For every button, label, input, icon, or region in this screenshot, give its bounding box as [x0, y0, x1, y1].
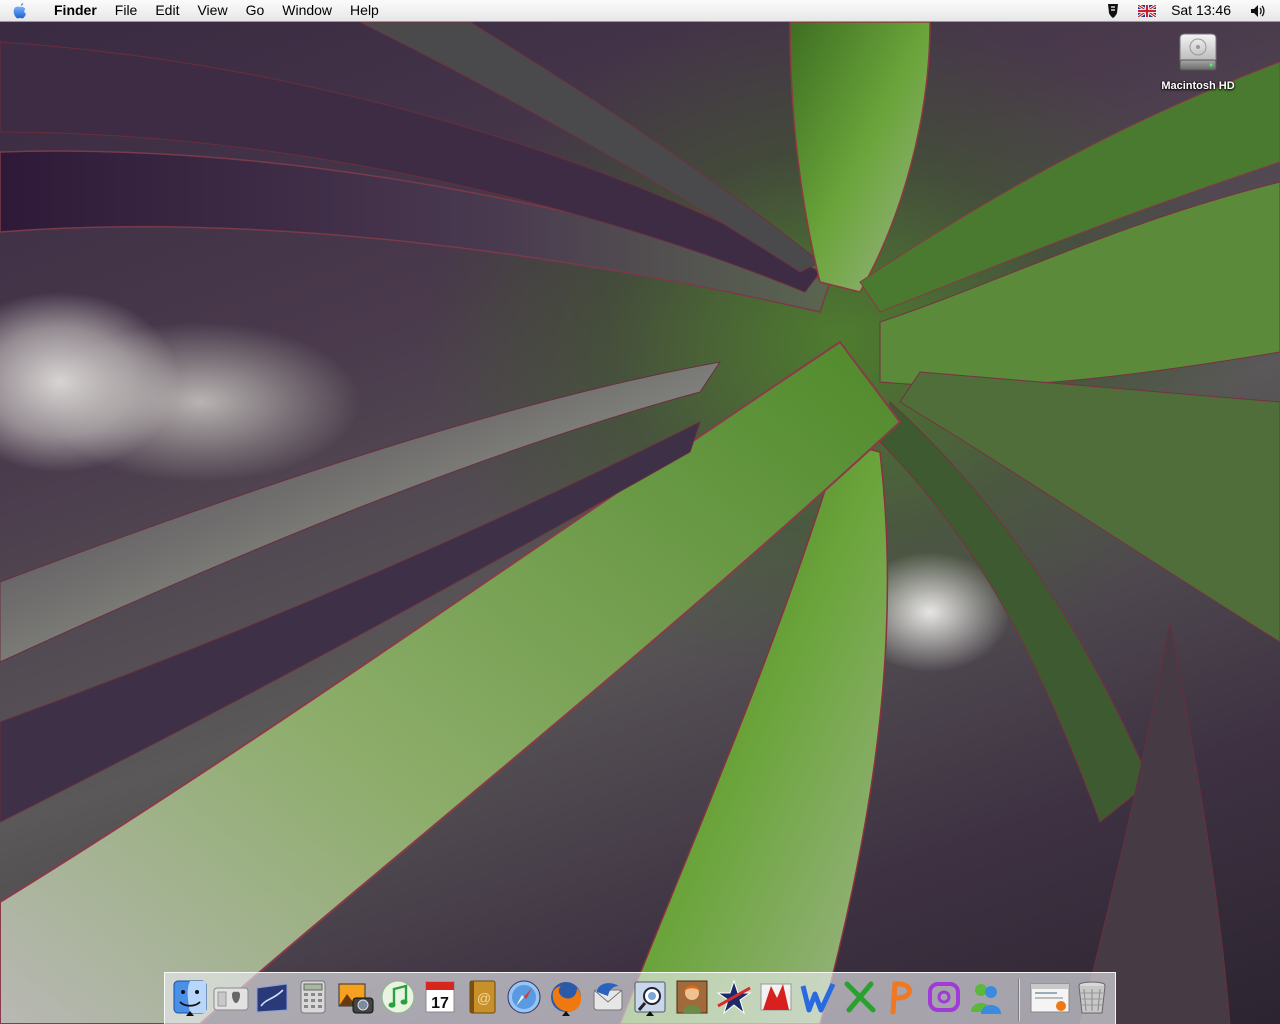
dock-star-app[interactable]	[715, 978, 753, 1016]
dock-iphoto[interactable]	[337, 978, 375, 1016]
dock-word[interactable]	[799, 978, 837, 1016]
script-menu-icon[interactable]	[1097, 3, 1129, 19]
dock-calculator[interactable]	[294, 978, 332, 1016]
menu-app-finder[interactable]: Finder	[40, 0, 106, 21]
menu-view[interactable]: View	[188, 0, 236, 21]
iphoto-icon	[338, 983, 374, 1014]
menu-help[interactable]: Help	[341, 0, 388, 21]
dock-safari[interactable]	[505, 978, 543, 1016]
itunes-icon	[381, 980, 415, 1014]
dock-trash[interactable]	[1073, 978, 1111, 1016]
trash-icon	[1078, 981, 1106, 1014]
dock-firefox[interactable]	[547, 978, 585, 1016]
dock-excel[interactable]	[841, 978, 879, 1016]
system-profiler-icon	[213, 987, 249, 1011]
volume-icon[interactable]	[1241, 4, 1280, 18]
word-icon	[800, 982, 836, 1013]
svg-text:@: @	[477, 990, 491, 1006]
minimized-firefox-window-icon	[1030, 983, 1070, 1013]
grapher-icon	[256, 983, 288, 1013]
ical-icon: 17	[425, 981, 455, 1013]
menu-window[interactable]: Window	[273, 0, 341, 21]
menu-go[interactable]: Go	[237, 0, 274, 21]
dock-finder[interactable]	[171, 978, 209, 1016]
desktop-wallpaper	[0, 22, 1280, 1024]
dock-itunes[interactable]	[379, 978, 417, 1016]
dock-separator	[1018, 979, 1019, 1021]
star-app-icon	[716, 979, 752, 1015]
dock-system-profiler[interactable]	[212, 978, 250, 1016]
menu-edit[interactable]: Edit	[146, 0, 188, 21]
desktop-icon-macintosh-hd[interactable]: Macintosh HD	[1150, 32, 1246, 102]
apple-icon[interactable]	[0, 0, 40, 21]
dock-minimized-window[interactable]	[1029, 978, 1071, 1016]
menu-file[interactable]: File	[106, 0, 147, 21]
entourage-icon	[928, 982, 960, 1012]
running-indicator	[186, 1011, 194, 1016]
dock-thunderbird[interactable]	[589, 978, 627, 1016]
menu-clock[interactable]: Sat 13:46	[1165, 0, 1241, 21]
dock-entourage[interactable]	[925, 978, 963, 1016]
powerpoint-icon	[890, 981, 912, 1015]
running-indicator	[562, 1011, 570, 1016]
excel-icon	[844, 981, 876, 1013]
portrait-app-icon	[676, 980, 708, 1014]
running-indicator	[646, 1011, 654, 1016]
red-box-app-icon	[760, 983, 792, 1011]
calculator-icon	[300, 980, 326, 1014]
dock-powerpoint[interactable]	[883, 978, 921, 1016]
menu-bar: Finder File Edit View Go Window Help Sat…	[0, 0, 1280, 22]
dock-grapher[interactable]	[253, 978, 291, 1016]
dock-red-box-app[interactable]	[757, 978, 795, 1016]
hard-drive-icon	[1179, 33, 1217, 71]
desktop-icon-label: Macintosh HD	[1161, 80, 1235, 92]
uk-flag-icon[interactable]	[1129, 4, 1165, 17]
dock: 17 @	[164, 972, 1116, 1024]
thunderbird-icon	[593, 983, 623, 1011]
wallpaper-plant-leaves	[0, 22, 1280, 1024]
dock-ical[interactable]: 17	[421, 978, 459, 1016]
messenger-icon	[971, 984, 1001, 1014]
dock-messenger[interactable]	[967, 978, 1005, 1016]
safari-icon	[507, 980, 541, 1014]
dock-address-book[interactable]: @	[463, 978, 501, 1016]
ical-day-number: 17	[431, 995, 449, 1012]
dock-preview[interactable]	[631, 978, 669, 1016]
dock-portrait-app[interactable]	[673, 978, 711, 1016]
address-book-icon: @	[469, 980, 496, 1014]
